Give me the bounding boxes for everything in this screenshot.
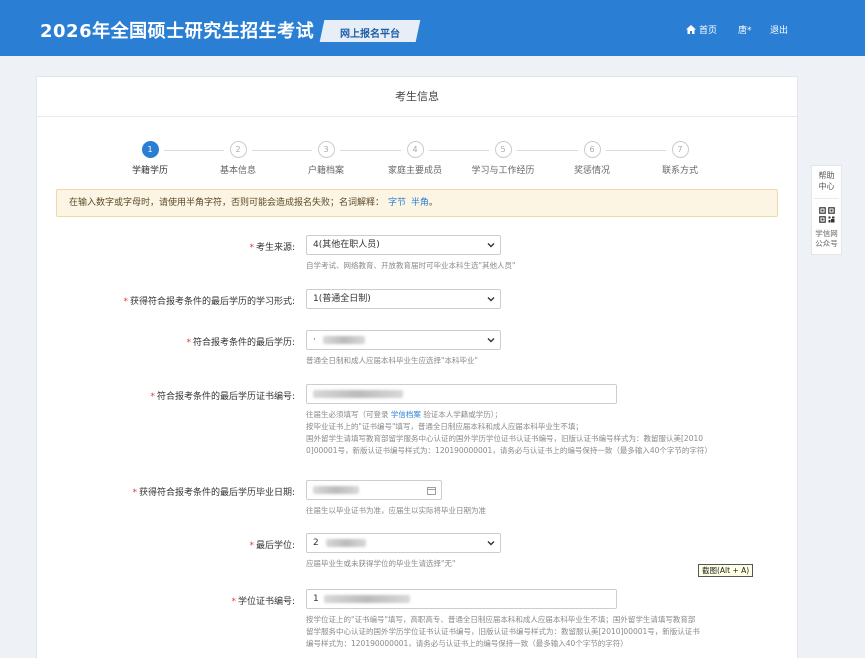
top-header: 2026年全国硕士研究生招生考试 网上报名平台 首页 唐* 退出 <box>0 0 865 56</box>
study-form-select-value: 1(普通全日制) <box>313 294 371 304</box>
step-progress: 1 学籍学历 2 基本信息 3 户籍档案 4 家庭主要成员 5 学习与工作经历 6 奖惩情况 7 联系方式 <box>37 141 797 181</box>
platform-badge-label: 网上报名平台 <box>340 29 400 40</box>
step-6[interactable]: 6 奖惩情况 <box>552 141 632 176</box>
nav-user-name[interactable]: 唐* <box>738 23 752 36</box>
study-form-label: * 获得符合报考条件的最后学历的学习形式: <box>123 297 295 307</box>
step-label: 户籍档案 <box>307 166 344 176</box>
cert-no-help-1: 往届生必须填写（可登录 学信档案 验证本人学籍或学历）； <box>306 410 503 419</box>
last-degree-value: 2 <box>313 538 319 548</box>
side-toolbar: 帮助 中心 学信网 公众号 <box>811 165 842 255</box>
degree-cert-no-help-3: 编号样式为：120190000001，请务必与认证书上的编号保持一致（最多输入4… <box>306 639 628 648</box>
cert-no-help-3: 国外留学生请填写教育部留学服务中心认证的国外学历学位证书认证书编号，旧版认证书编… <box>306 434 704 443</box>
halfwidth-notice: 在输入数字或字母时，请使用半角字符，否则可能会造成报名失败；名词解释： 字节 半角… <box>56 189 778 217</box>
degree-cert-no-help-2: 留学服务中心认证的国外学历学位证书认证书编号，旧版认证书编号样式为：教留服认美[… <box>306 627 700 636</box>
qr-label-2: 公众号 <box>815 239 838 248</box>
step-1[interactable]: 1 学籍学历 <box>110 141 190 176</box>
last-degree-level-help: 普通全日制和成人应届本科毕业生应选择"本科毕业" <box>306 356 478 365</box>
redacted-value <box>322 335 365 344</box>
study-form-select[interactable]: 1(普通全日制) <box>306 289 501 309</box>
student-info-card: 考生信息 1 学籍学历 2 基本信息 3 户籍档案 4 家庭主要成员 5 学习与工作经历 6 奖惩情况… <box>36 76 798 658</box>
step-label: 学习与工作经历 <box>471 166 535 176</box>
degree-cert-no-input[interactable]: 1 <box>306 589 617 609</box>
last-degree-select[interactable]: 2 <box>306 533 501 553</box>
nav-home-link[interactable]: 首页 <box>686 23 717 36</box>
notice-text: 在输入数字或字母时，请使用半角字符，否则可能会造成报名失败；名词解释： <box>69 198 385 208</box>
step-4[interactable]: 4 家庭主要成员 <box>375 141 455 176</box>
notice-end: 。 <box>428 198 438 208</box>
last-degree-label: * 最后学位: <box>249 541 295 551</box>
chevron-down-icon <box>487 338 495 343</box>
step-label: 联系方式 <box>661 166 698 176</box>
redacted-value <box>323 594 410 603</box>
degree-cert-no-value: 1 <box>313 594 319 604</box>
step-5[interactable]: 5 学习与工作经历 <box>463 141 543 176</box>
last-degree-level-value: · <box>313 335 316 345</box>
nav-logout-link[interactable]: 退出 <box>770 23 788 36</box>
source-select[interactable]: 4(其他在职人员) <box>306 235 501 255</box>
help-center-label-2: 中心 <box>818 182 835 191</box>
screenshot-tooltip: 截图(Alt + A) <box>698 564 754 577</box>
grad-date-label: * 获得符合报考条件的最后学历毕业日期: <box>132 488 295 498</box>
site-title: 2026年全国硕士研究生招生考试 <box>40 21 315 42</box>
chevron-down-icon <box>487 243 495 248</box>
last-degree-level-select[interactable]: · <box>306 330 501 350</box>
step-number-circle: 2 <box>229 141 247 158</box>
step-number-circle: 5 <box>494 141 512 158</box>
chevron-down-icon <box>487 541 495 546</box>
cert-no-label: * 符合报考条件的最后学历证书编号: <box>150 392 295 402</box>
redacted-value <box>313 486 359 494</box>
notice-link-halfwidth[interactable]: 半角 <box>411 198 429 208</box>
step-number-circle: 3 <box>317 141 335 158</box>
degree-cert-no-label: * 学位证书编号: <box>231 597 295 607</box>
degree-cert-no-help-1: 按学位证上的"证书编号"填写，高职高专、普通全日制应届本科和成人应届本科毕业生不… <box>306 615 696 624</box>
step-label: 家庭主要成员 <box>387 166 442 176</box>
step-7[interactable]: 7 联系方式 <box>640 141 720 176</box>
home-icon <box>686 25 696 34</box>
step-number-circle: 6 <box>583 141 601 158</box>
step-2[interactable]: 2 基本信息 <box>198 141 278 176</box>
notice-link-byte[interactable]: 字节 <box>388 198 406 208</box>
wechat-account-label: 学信网 公众号 <box>812 229 841 249</box>
card-title: 考生信息 <box>37 77 797 117</box>
step-number-circle: 4 <box>406 141 424 158</box>
step-label: 奖惩情况 <box>573 166 610 176</box>
step-3[interactable]: 3 户籍档案 <box>286 141 366 176</box>
calendar-icon[interactable] <box>427 486 436 495</box>
cert-no-help-2: 按毕业证书上的"证书编号"填写，普通全日制应届本科和成人应届本科毕业生不填； <box>306 422 583 431</box>
source-select-value: 4(其他在职人员) <box>313 240 380 250</box>
chevron-down-icon <box>487 297 495 302</box>
qr-code-icon[interactable] <box>819 207 835 223</box>
help-center-button[interactable]: 帮助 中心 <box>812 170 841 192</box>
redacted-value <box>313 389 403 398</box>
xuexin-archive-link[interactable]: 学信档案 <box>391 410 421 419</box>
cert-no-help-4: 0]00001号，新版认证书编号样式为：120190000001，请务必与认证书… <box>306 446 712 455</box>
cert-no-input[interactable] <box>306 384 617 404</box>
last-degree-level-label: * 符合报考条件的最后学历: <box>186 338 295 348</box>
grad-date-help: 往届生以毕业证书为准，应届生以实际将毕业日期为准 <box>306 506 486 515</box>
qr-label-1: 学信网 <box>815 229 838 238</box>
divider <box>814 198 839 199</box>
step-label: 学籍学历 <box>131 166 168 176</box>
last-degree-help: 应届毕业生或未获得学位的毕业生请选择"无" <box>306 559 456 568</box>
nav-home-label: 首页 <box>699 26 718 36</box>
grad-date-input[interactable] <box>306 480 442 500</box>
source-help: 自学考试、网络教育、开放教育届时可毕业本科生选"其他人员" <box>306 261 516 270</box>
platform-badge: 网上报名平台 <box>319 20 421 42</box>
step-label: 基本信息 <box>219 166 256 176</box>
step-number-circle: 1 <box>141 141 159 158</box>
step-number-circle: 7 <box>671 141 689 158</box>
help-center-label-1: 帮助 <box>818 171 835 180</box>
source-label: * 考生来源: <box>249 243 295 253</box>
redacted-value <box>325 538 366 547</box>
